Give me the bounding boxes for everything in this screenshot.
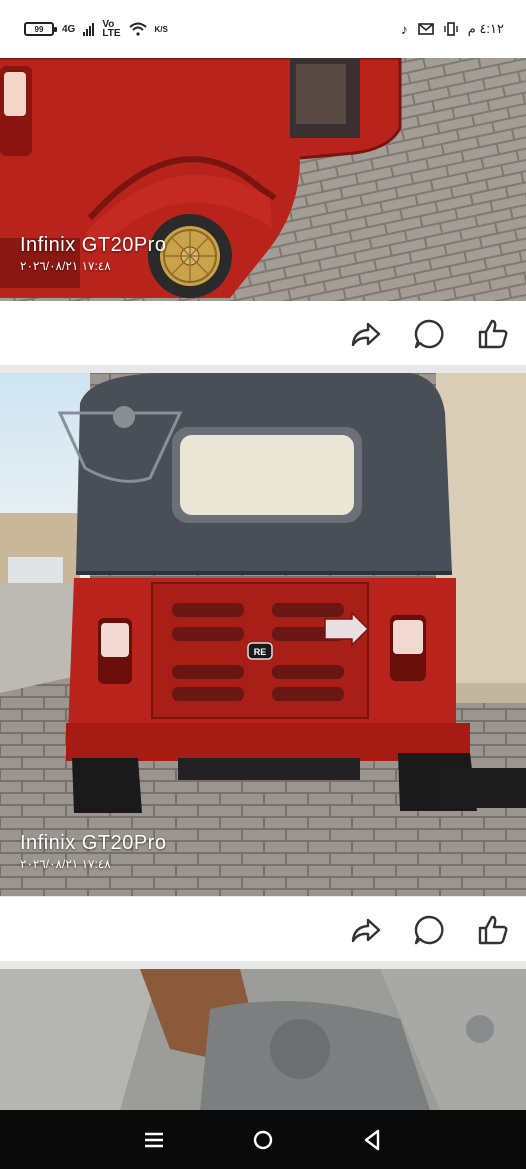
recents-icon[interactable] xyxy=(140,1126,168,1154)
vibrate-icon xyxy=(444,22,458,36)
photo-watermark: Infinix GT20Pro ١٧:٤٨ ٢٠٢٦/٠٨/٢١ xyxy=(20,832,166,871)
status-bar: 99 4G Vo LTE K/S ♪ ٤:١٢ م xyxy=(0,0,526,58)
watermark-brand: Infinix GT20Pro xyxy=(20,832,167,854)
like-icon[interactable] xyxy=(476,913,510,947)
comment-icon[interactable] xyxy=(412,317,446,351)
watermark-brand: Infinix GT20Pro xyxy=(20,234,167,256)
status-right: ♪ ٤:١٢ م xyxy=(401,21,504,37)
post-3-photo[interactable] xyxy=(0,969,526,1110)
rickshaw-rear-image: RE xyxy=(0,373,526,896)
data-speed: K/S xyxy=(154,24,168,34)
comment-icon[interactable] xyxy=(412,913,446,947)
tiktok-icon: ♪ xyxy=(400,21,408,37)
post-1-actions xyxy=(0,301,526,365)
volte-bottom: LTE xyxy=(102,28,121,39)
wifi-icon xyxy=(128,22,147,36)
watermark-timestamp: ١٧:٤٨ ٢٠٢٦/٠٨/٢١ xyxy=(20,259,111,273)
mail-icon xyxy=(417,23,434,35)
photo-watermark: Infinix GT20Pro ١٧:٤٨ ٢٠٢٦/٠٨/٢١ xyxy=(20,234,166,273)
post-2-photo[interactable]: RE Infinix GT20Pro ١٧:٤٨ ٢٠٢٦/٠٨/٢١ xyxy=(0,373,526,896)
back-icon[interactable] xyxy=(358,1126,386,1154)
post-2-actions xyxy=(0,897,526,961)
engine-part-image xyxy=(0,969,526,1110)
volte-badge: Vo LTE xyxy=(102,20,121,39)
network-4g-label: 4G xyxy=(62,23,76,35)
battery-icon: 99 xyxy=(24,22,57,36)
share-icon[interactable] xyxy=(348,317,382,351)
watermark-timestamp: ١٧:٤٨ ٢٠٢٦/٠٨/٢١ xyxy=(20,857,111,871)
status-left: 99 4G Vo LTE K/S xyxy=(24,20,168,39)
battery-level: 99 xyxy=(34,24,44,34)
rickshaw-badge: RE xyxy=(254,647,267,657)
home-icon[interactable] xyxy=(249,1126,277,1154)
post-1-photo[interactable]: Infinix GT20Pro ١٧:٤٨ ٢٠٢٦/٠٨/٢١ xyxy=(0,58,526,301)
share-icon[interactable] xyxy=(348,913,382,947)
navigation-bar xyxy=(0,1110,526,1169)
clock: ٤:١٢ م xyxy=(467,21,504,36)
like-icon[interactable] xyxy=(476,317,510,351)
signal-icon xyxy=(83,22,95,36)
